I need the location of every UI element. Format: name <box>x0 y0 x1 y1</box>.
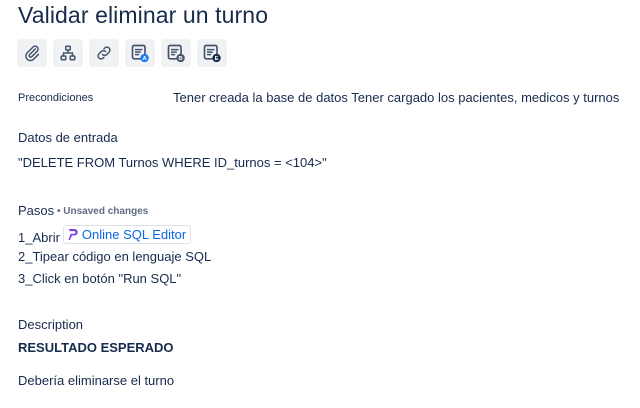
editor-a-button[interactable]: A <box>125 39 155 67</box>
precondiciones-value[interactable]: Tener creada la base de datos Tener carg… <box>173 90 619 105</box>
svg-text:B: B <box>178 56 182 62</box>
link-issue-button[interactable] <box>89 39 119 67</box>
attachment-icon <box>25 45 40 62</box>
description-subtitle: RESULTADO ESPERADO <box>18 340 174 355</box>
online-sql-editor-label: Online SQL Editor <box>81 227 187 242</box>
step-1-text: 1_Abrir <box>18 230 60 245</box>
editor-e-button[interactable]: E <box>197 39 227 67</box>
hierarchy-icon <box>60 45 76 61</box>
child-issues-button[interactable] <box>53 39 83 67</box>
description-heading: Description <box>18 317 84 332</box>
pasos-heading: Pasos <box>18 203 55 218</box>
editor-b-icon: B <box>167 44 185 63</box>
precondiciones-label: Precondiciones <box>18 92 94 104</box>
step-2: 2_Tipear código en lenguaje SQL <box>18 249 212 264</box>
page-title: Validar eliminar un turno <box>18 2 269 28</box>
editor-a-icon: A <box>131 44 149 63</box>
step-3: 3_Click en botón "Run SQL" <box>18 271 182 286</box>
toolbar: A B E <box>17 39 227 67</box>
online-sql-editor-link[interactable]: Online SQL Editor <box>62 225 192 244</box>
unsaved-changes-badge: • Unsaved changes <box>57 206 149 217</box>
step-1: 1_Abrir Online SQL Editor <box>18 225 192 245</box>
editor-e-icon: E <box>203 44 221 63</box>
datos-entrada-value[interactable]: "DELETE FROM Turnos WHERE ID_turnos = <1… <box>18 155 327 170</box>
description-text[interactable]: Debería eliminarse el turno <box>18 373 174 388</box>
svg-text:E: E <box>215 56 219 62</box>
attachment-button[interactable] <box>17 39 47 67</box>
app-logo-icon <box>68 229 78 240</box>
datos-entrada-heading: Datos de entrada <box>18 130 118 145</box>
link-icon <box>97 46 111 60</box>
editor-b-button[interactable]: B <box>161 39 191 67</box>
